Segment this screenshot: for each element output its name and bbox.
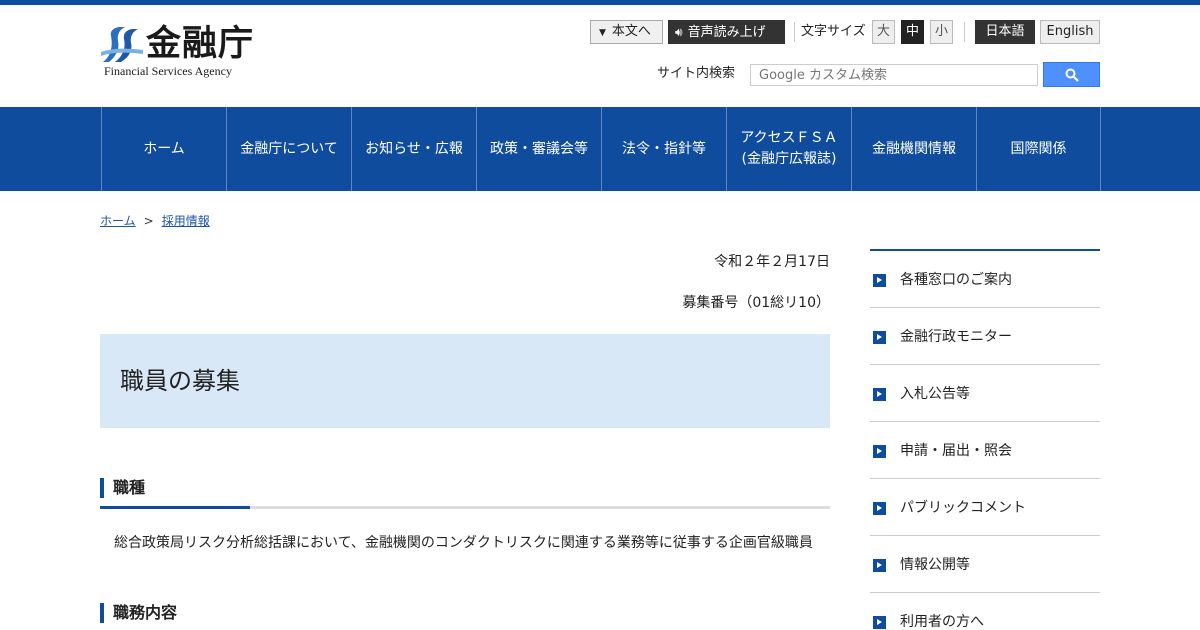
section-heading-text: 職務内容 <box>113 603 178 622</box>
site-search-label: サイト内検索 <box>657 66 736 81</box>
heading-rule-accent <box>100 506 250 509</box>
logo-english-name: Financial Services Agency <box>104 64 232 78</box>
nav-item-label: お知らせ・広報 <box>365 140 463 157</box>
breadcrumb-separator: > <box>143 214 154 228</box>
arrow-right-square-icon <box>873 331 886 344</box>
nav-item-home[interactable]: ホーム <box>101 107 226 191</box>
nav-item-label: 金融庁について <box>240 140 338 157</box>
nav-item-label: 政策・審議会等 <box>490 140 588 157</box>
skip-label: 本文へ <box>611 24 651 39</box>
triangle-down-icon: ▼ <box>599 28 606 38</box>
sidebar-item-bids[interactable]: 入札公告等 <box>870 365 1100 422</box>
font-size-medium-button[interactable]: 中 <box>901 20 924 44</box>
page-title: 職員の募集 <box>120 367 240 395</box>
site-logo[interactable]: 金融庁 Financial Services Agency <box>101 22 271 82</box>
heading-bar <box>100 478 104 498</box>
top-accent-line <box>0 0 1200 5</box>
nav-item-label: アクセスＦＳＡ <box>740 130 838 146</box>
voice-label: 音声読み上げ <box>687 25 766 40</box>
arrow-right-square-icon <box>873 388 886 401</box>
sidebar-item-monitor[interactable]: 金融行政モニター <box>870 308 1100 365</box>
sidebar-item-label: 各種窓口のご案内 <box>900 272 1012 288</box>
sidebar-item-label: 入札公告等 <box>900 386 970 402</box>
search-button[interactable] <box>1043 62 1100 87</box>
logo-name: 金融庁 <box>146 24 255 64</box>
voice-reading-button[interactable]: 🔊︎ 音声読み上げ <box>668 20 785 44</box>
language-english-button[interactable]: English <box>1040 20 1100 44</box>
nav-item-policy[interactable]: 政策・審議会等 <box>476 107 601 191</box>
heading-bar <box>100 603 104 623</box>
arrow-right-square-icon <box>873 274 886 287</box>
divider <box>794 22 795 42</box>
skip-to-content-button[interactable]: ▼ 本文へ <box>590 20 663 44</box>
sidebar-item-applications[interactable]: 申請・届出・照会 <box>870 422 1100 479</box>
breadcrumb: ホーム > 採用情報 <box>100 212 210 229</box>
nav-item-laws[interactable]: 法令・指針等 <box>601 107 726 191</box>
section-heading-duties: 職務内容 <box>100 601 830 630</box>
section-body-job-type: 総合政策局リスク分析総括課において、金融機関のコンダクトリスクに関連する業務等に… <box>114 535 813 551</box>
nav-item-institutions[interactable]: 金融機関情報 <box>851 107 976 191</box>
sidebar-item-disclosure[interactable]: 情報公開等 <box>870 536 1100 593</box>
sidebar-item-label: 申請・届出・照会 <box>900 443 1012 459</box>
nav-item-sublabel: (金融庁広報誌) <box>741 151 837 167</box>
global-navigation: ホーム 金融庁について お知らせ・広報 政策・審議会等 法令・指針等 アクセスＦ… <box>0 107 1200 191</box>
sidebar-item-label: 金融行政モニター <box>900 329 1012 345</box>
search-input[interactable] <box>750 64 1038 86</box>
breadcrumb-current-link[interactable]: 採用情報 <box>162 214 210 228</box>
breadcrumb-home-link[interactable]: ホーム <box>100 214 136 228</box>
font-size-large-button[interactable]: 大 <box>872 20 895 44</box>
nav-item-label: 金融機関情報 <box>872 140 956 157</box>
arrow-right-square-icon <box>873 502 886 515</box>
publish-date: 令和２年２月17日 <box>714 254 830 270</box>
nav-item-about[interactable]: 金融庁について <box>226 107 351 191</box>
sidebar-item-label: パブリックコメント <box>900 500 1026 516</box>
font-size-small-button[interactable]: 小 <box>930 20 953 44</box>
section-heading-text: 職種 <box>113 478 146 497</box>
sidebar-item-contact-windows[interactable]: 各種窓口のご案内 <box>870 251 1100 308</box>
language-japanese-button[interactable]: 日本語 <box>975 20 1035 44</box>
arrow-right-square-icon <box>873 559 886 572</box>
arrow-right-square-icon <box>873 445 886 458</box>
nav-item-label: 国際関係 <box>1010 140 1067 157</box>
recruitment-number: 募集番号（01総リ10） <box>682 295 830 311</box>
sidebar-item-public-comment[interactable]: パブリックコメント <box>870 479 1100 536</box>
divider <box>964 22 965 42</box>
magnifier-icon <box>1065 68 1079 82</box>
speaker-icon: 🔊︎ <box>675 25 683 39</box>
nav-item-label: 法令・指針等 <box>622 140 706 157</box>
nav-item-label: ホーム <box>143 140 185 157</box>
sidebar-item-label: 利用者の方へ <box>900 614 984 630</box>
font-size-label: 文字サイズ <box>801 24 866 39</box>
nav-item-news[interactable]: お知らせ・広報 <box>351 107 476 191</box>
fsa-logo-mark-icon <box>101 27 143 62</box>
sidebar-item-users[interactable]: 利用者の方へ <box>870 593 1100 630</box>
section-heading-job-type: 職種 <box>100 476 830 510</box>
nav-item-access-fsa[interactable]: アクセスＦＳＡ (金融庁広報誌) <box>726 107 851 191</box>
arrow-right-square-icon <box>873 616 886 629</box>
nav-item-international[interactable]: 国際関係 <box>976 107 1101 191</box>
page-title-box: 職員の募集 <box>100 334 830 428</box>
sidebar-item-label: 情報公開等 <box>900 557 970 573</box>
